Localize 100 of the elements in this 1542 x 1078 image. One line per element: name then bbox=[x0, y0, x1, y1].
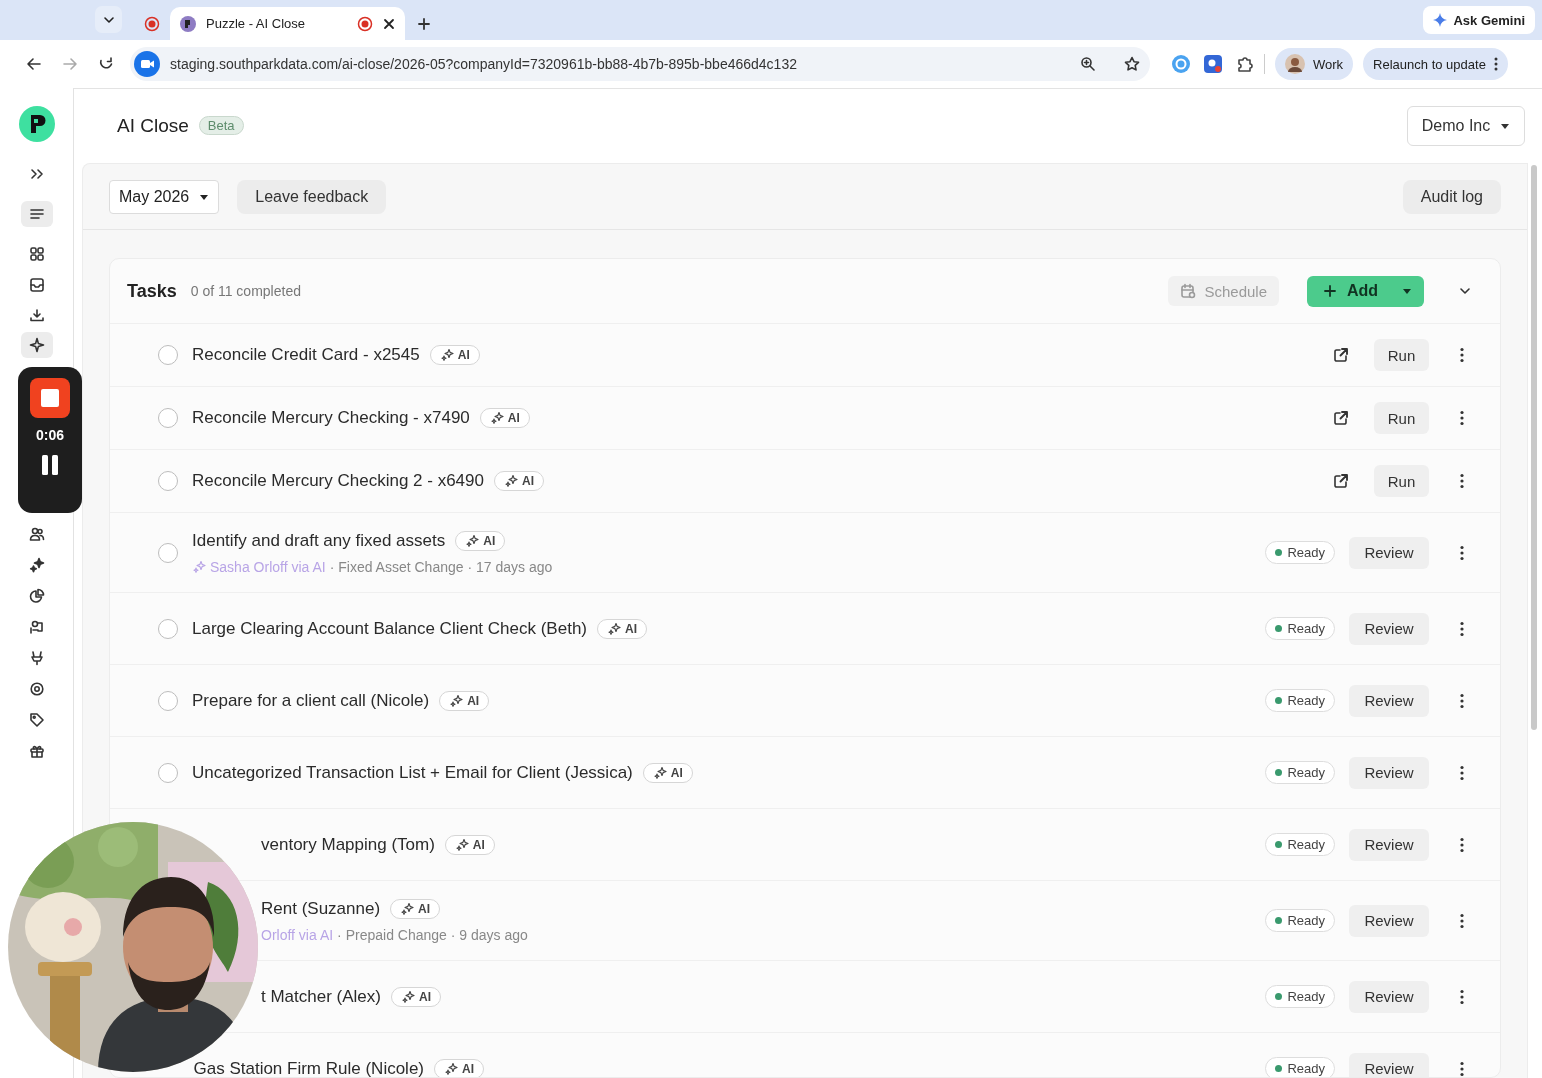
extension-icon[interactable] bbox=[1204, 55, 1222, 73]
new-tab-icon bbox=[417, 17, 431, 31]
more-icon[interactable] bbox=[1459, 544, 1465, 561]
review-button[interactable]: Review bbox=[1349, 828, 1429, 861]
more-icon[interactable] bbox=[1459, 473, 1465, 489]
address-bar[interactable]: staging.southparkdata.com/ai-close/2026-05?companyId=7320961b-bb88-4b7b-895b-bbe466d4c132 bbox=[130, 47, 1150, 81]
menu-icon bbox=[28, 206, 45, 222]
review-button[interactable]: Review bbox=[1349, 612, 1429, 645]
task-author: Sasha Orloff via AI bbox=[210, 558, 326, 575]
logo-icon[interactable] bbox=[18, 106, 55, 142]
ai-badge: AI bbox=[642, 762, 693, 783]
close-tab-icon[interactable] bbox=[383, 17, 395, 30]
feedback-button[interactable]: Leave feedback bbox=[237, 179, 387, 214]
review-button[interactable]: Review bbox=[1349, 980, 1429, 1013]
browser-tab[interactable]: Puzzle - AI Close bbox=[170, 7, 405, 40]
run-button[interactable]: Run bbox=[1374, 402, 1429, 434]
task-title: Uncategorized Transaction List + Email for Client (Jessica) bbox=[192, 762, 633, 783]
task-checkbox[interactable] bbox=[158, 762, 178, 783]
more-icon[interactable] bbox=[1459, 764, 1465, 781]
task-checkbox[interactable] bbox=[158, 690, 178, 711]
add-button[interactable]: Add bbox=[1307, 275, 1424, 307]
record-icon bbox=[144, 15, 160, 32]
profile-button[interactable]: Work bbox=[1275, 48, 1354, 80]
external-link-icon bbox=[1333, 410, 1349, 426]
task-checkbox[interactable] bbox=[158, 471, 178, 491]
more-icon[interactable] bbox=[1459, 410, 1465, 426]
sparkle-icon bbox=[454, 837, 469, 852]
more-icon[interactable] bbox=[1459, 1060, 1465, 1077]
pause-icon[interactable] bbox=[41, 455, 59, 475]
more-icon[interactable] bbox=[1459, 347, 1465, 363]
calendar-icon bbox=[1180, 283, 1197, 299]
status-badge: Ready bbox=[1265, 833, 1335, 856]
sparkle-icon bbox=[503, 474, 518, 488]
sparkle-icon bbox=[652, 765, 667, 780]
review-button[interactable]: Review bbox=[1349, 536, 1429, 569]
relaunch-button[interactable]: Relaunch to update bbox=[1363, 48, 1508, 80]
progress-text: 0 of 11 completed bbox=[190, 283, 301, 299]
task-checkbox[interactable] bbox=[158, 542, 178, 563]
more-icon[interactable] bbox=[1459, 988, 1465, 1005]
sparkle-icon bbox=[449, 693, 464, 708]
ai-badge: AI bbox=[439, 690, 490, 711]
audit-log-button[interactable]: Audit log bbox=[1402, 179, 1501, 214]
sparkles-icon bbox=[28, 557, 45, 573]
ai-badge: AI bbox=[444, 834, 495, 855]
tasks-title: Tasks bbox=[127, 280, 177, 302]
plug-icon bbox=[28, 650, 45, 666]
recording-time: 0:06 bbox=[36, 427, 64, 443]
task-title: Large Clearing Account Balance Client Check (Beth) bbox=[192, 618, 587, 639]
status-badge: Ready bbox=[1265, 617, 1335, 640]
task-checkbox[interactable] bbox=[158, 618, 178, 639]
more-icon[interactable] bbox=[1459, 692, 1465, 709]
more-icon[interactable] bbox=[1459, 912, 1465, 929]
status-badge: Ready bbox=[1265, 541, 1335, 564]
ai-badge: AI bbox=[479, 408, 530, 428]
sparkle-nav-item[interactable] bbox=[20, 332, 53, 358]
tab-search-button[interactable] bbox=[95, 6, 122, 33]
review-button[interactable]: Review bbox=[1349, 904, 1429, 937]
gift-icon bbox=[28, 743, 45, 759]
ai-badge: AI bbox=[597, 618, 647, 639]
external-link-icon bbox=[1333, 347, 1349, 363]
sparkle-icon bbox=[400, 901, 415, 916]
task-checkbox[interactable] bbox=[158, 408, 178, 428]
run-button[interactable]: Run bbox=[1374, 339, 1429, 371]
ask-gemini-button[interactable]: Ask Gemini bbox=[1423, 6, 1535, 34]
review-button[interactable]: Review bbox=[1349, 1052, 1429, 1077]
ai-badge: AI bbox=[455, 530, 506, 551]
avatar-icon bbox=[1285, 54, 1305, 74]
extension-icon[interactable] bbox=[1172, 55, 1190, 73]
beta-badge: Beta bbox=[198, 116, 244, 135]
more-icon bbox=[1493, 57, 1498, 71]
company-dropdown[interactable]: Demo Inc bbox=[1407, 105, 1525, 146]
puzzle-piece-icon bbox=[1236, 55, 1254, 73]
forward-icon bbox=[62, 56, 78, 72]
sparkle-icon bbox=[444, 1061, 458, 1076]
task-title: Gas Station Firm Rule (Nicole) bbox=[193, 1058, 424, 1077]
status-badge: Ready bbox=[1265, 985, 1335, 1008]
people-icon bbox=[28, 526, 45, 542]
bookmark-star-icon bbox=[1124, 56, 1140, 72]
pie-chart-icon bbox=[28, 588, 45, 604]
menu-nav-item[interactable] bbox=[20, 201, 53, 227]
more-icon[interactable] bbox=[1459, 620, 1465, 637]
status-badge: Ready bbox=[1265, 689, 1335, 712]
download-icon bbox=[28, 308, 45, 324]
plus-icon bbox=[1323, 284, 1337, 298]
ai-badge: AI bbox=[434, 1058, 484, 1077]
tag-icon bbox=[28, 712, 45, 728]
caret-icon bbox=[1402, 286, 1412, 296]
task-checkbox[interactable] bbox=[158, 345, 178, 365]
ai-badge: AI bbox=[391, 986, 441, 1007]
period-dropdown[interactable]: May 2026 bbox=[109, 179, 220, 214]
task-title: Reconcile Mercury Checking - x7490 bbox=[192, 408, 470, 428]
external-link-icon bbox=[1333, 473, 1349, 489]
review-button[interactable]: Review bbox=[1349, 756, 1429, 789]
stop-recording-icon[interactable] bbox=[30, 378, 70, 418]
favicon-icon bbox=[180, 15, 196, 32]
back-icon bbox=[26, 56, 42, 72]
task-title: Rent (Suzanne) bbox=[261, 898, 381, 919]
more-icon[interactable] bbox=[1459, 836, 1465, 853]
review-button[interactable]: Review bbox=[1349, 684, 1429, 717]
run-button[interactable]: Run bbox=[1374, 465, 1429, 497]
